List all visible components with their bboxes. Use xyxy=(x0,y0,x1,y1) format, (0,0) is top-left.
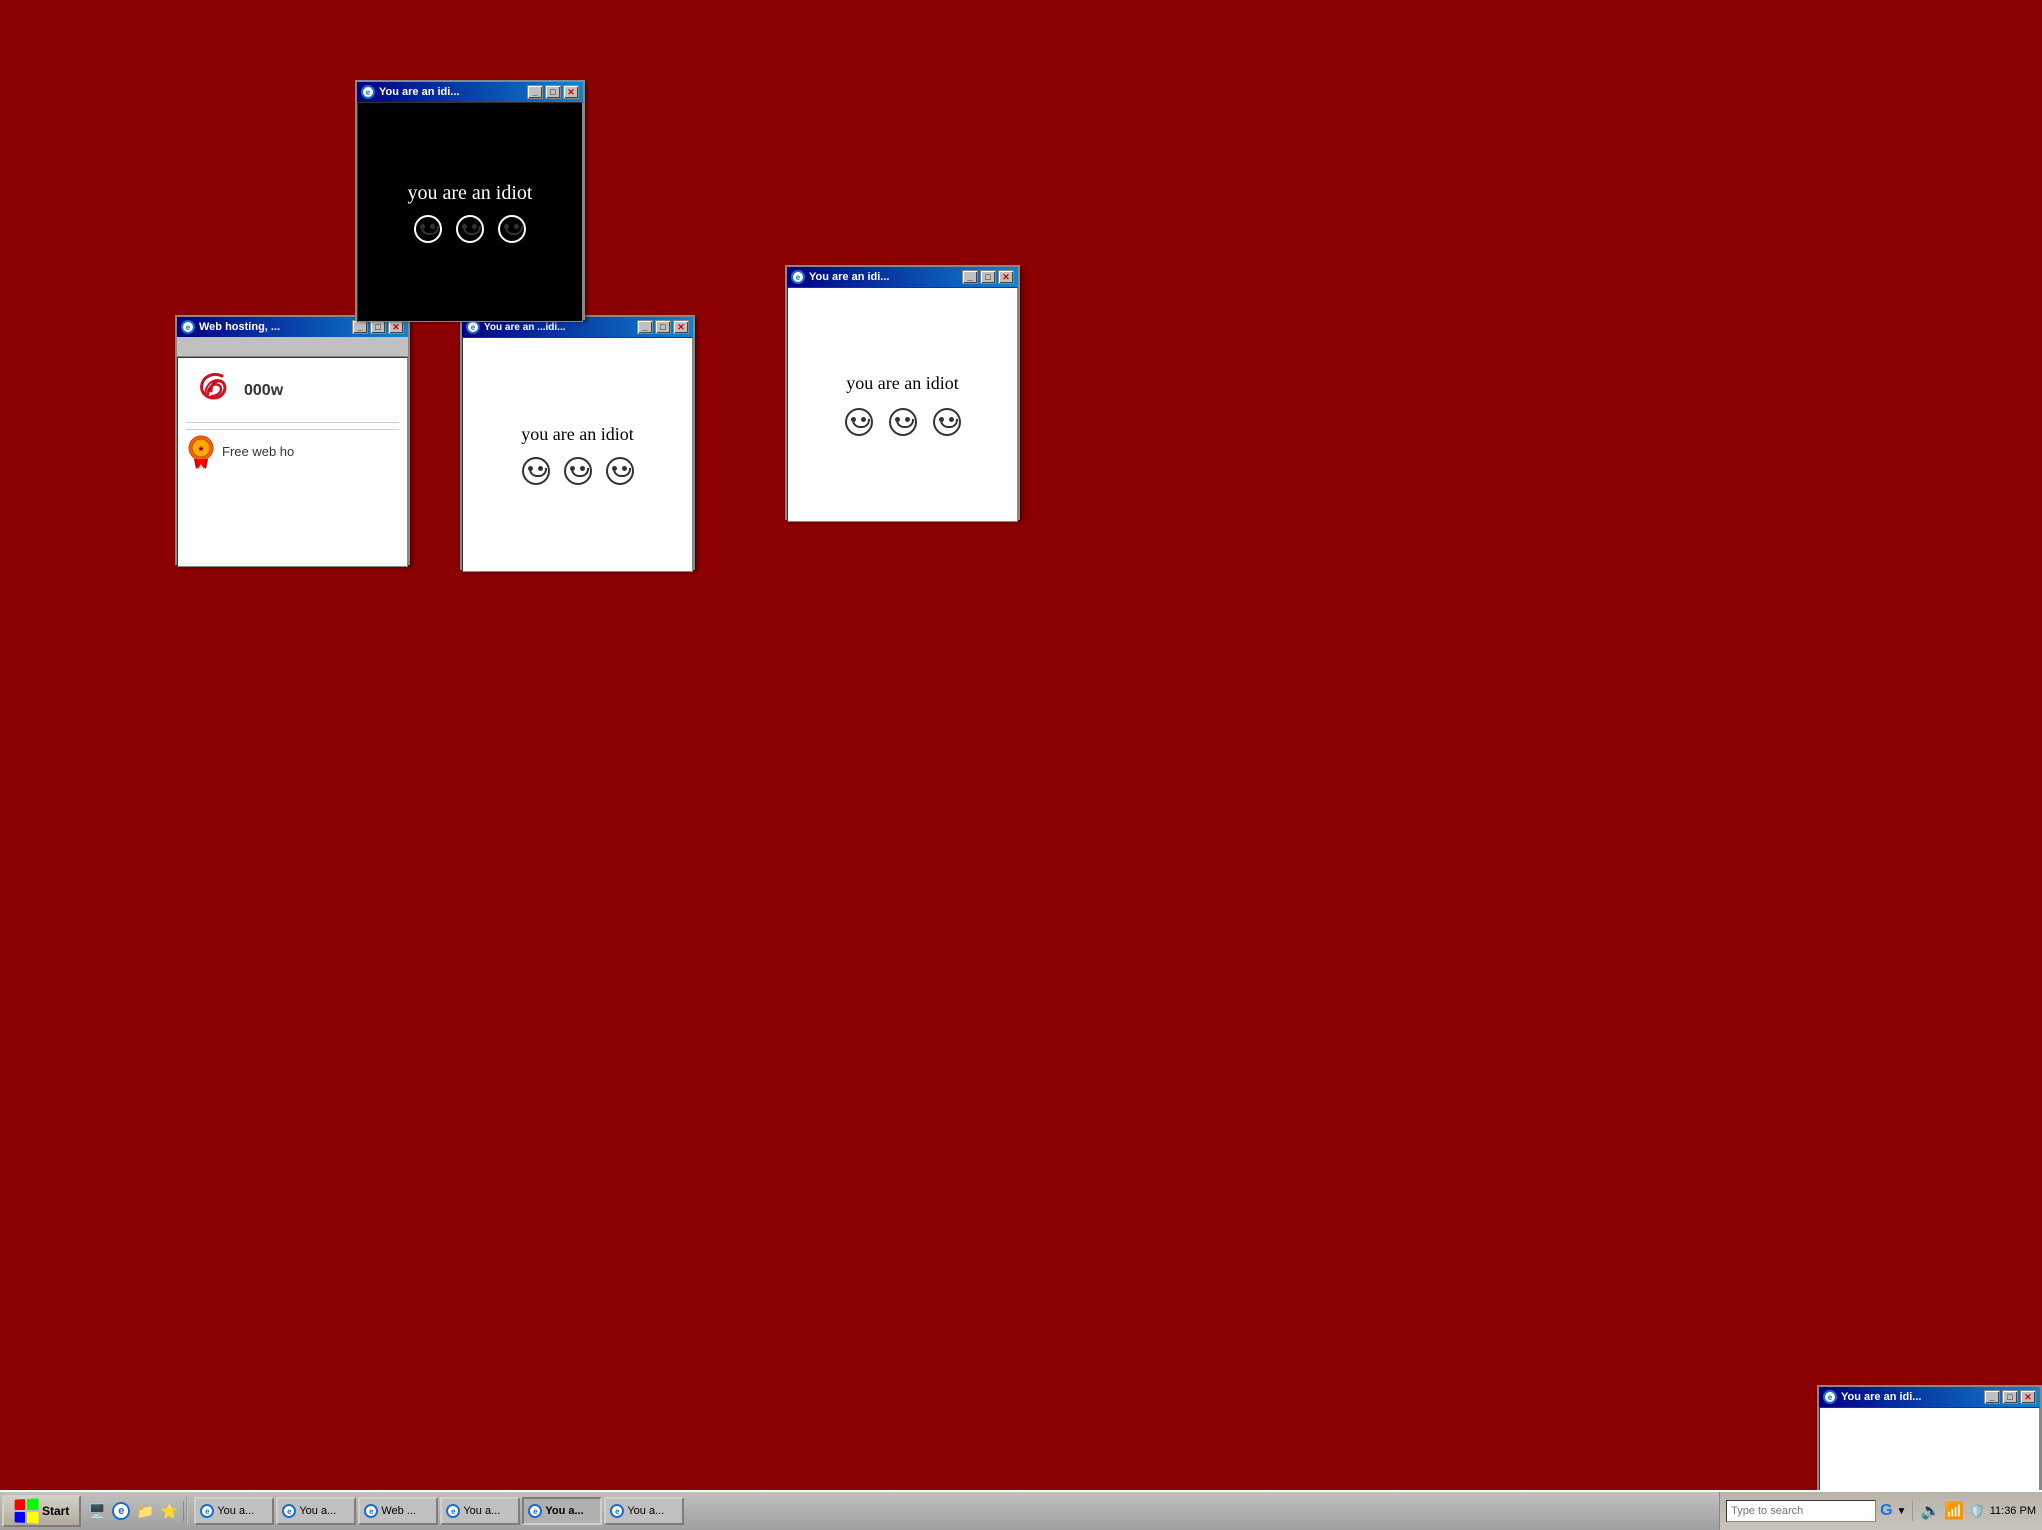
ie-icon-mini: e xyxy=(1823,1390,1837,1404)
smiley-1: .smiley-dark::before { background: #fff;… xyxy=(414,215,442,243)
svg-text:★: ★ xyxy=(198,445,205,453)
taskbar-item-label-0: You a... xyxy=(217,1505,254,1517)
tray-dropdown-icon[interactable]: ▼ xyxy=(1897,1506,1907,1517)
taskbar-item-5[interactable]: e You a... xyxy=(604,1497,684,1525)
smiley-mid-1 xyxy=(522,457,550,485)
main-dark-window-title: You are an idi... xyxy=(379,86,459,98)
min-btn-mini[interactable]: _ xyxy=(1984,1390,2000,1404)
idiot-text-dark: you are an idiot xyxy=(408,182,533,205)
taskbar-item-2[interactable]: e Web ... xyxy=(358,1497,438,1525)
tb-ie-icon-5: e xyxy=(610,1504,624,1518)
idiot-text-mid: you are an idiot xyxy=(521,424,633,445)
idiot-text-right: you are an idiot xyxy=(846,373,958,394)
close-btn-mid[interactable]: ✕ xyxy=(673,320,689,334)
webhosting-title: Web hosting, ... xyxy=(199,321,280,333)
smileys-mid xyxy=(522,457,634,485)
tb-ie-icon-3: e xyxy=(446,1504,460,1518)
logo-text: 000w xyxy=(244,382,283,400)
taskbar-item-3[interactable]: e You a... xyxy=(440,1497,520,1525)
taskbar-item-label-1: You a... xyxy=(299,1505,336,1517)
close-btn-web[interactable]: ✕ xyxy=(388,320,404,334)
maximize-button[interactable]: □ xyxy=(545,85,561,99)
right-idiot-window: e You are an idi... _ □ ✕ you are an idi… xyxy=(785,265,1020,520)
network-icon[interactable]: 📶 xyxy=(1944,1501,1964,1521)
start-label: Start xyxy=(42,1504,69,1518)
system-clock: 11:36 PM xyxy=(1990,1505,2036,1517)
quicklaunch-bar: 🖥️ e 📁 ⭐ xyxy=(83,1501,184,1521)
max-btn-right[interactable]: □ xyxy=(980,270,996,284)
taskbar-divider xyxy=(186,1497,188,1525)
smiley-mid-3 xyxy=(606,457,634,485)
search-input[interactable] xyxy=(1726,1500,1876,1522)
taskbar-items: e You a... e You a... e Web ... e You a.… xyxy=(190,1497,1719,1525)
webhosting-window: e Web hosting, ... _ □ ✕ 000w xyxy=(175,315,410,565)
windows-logo xyxy=(15,1498,39,1523)
ie-icon-right: e xyxy=(791,270,805,284)
taskbar-item-label-5: You a... xyxy=(627,1505,664,1517)
middle-title: You are an ...idi... xyxy=(484,322,566,333)
smiley-mid-2 xyxy=(564,457,592,485)
tb-ie-icon-4: e xyxy=(528,1504,542,1518)
smiley-right-2 xyxy=(889,408,917,436)
google-icon[interactable]: G xyxy=(1880,1502,1892,1520)
right-titlebar[interactable]: e You are an idi... _ □ ✕ xyxy=(787,267,1018,287)
middle-idiot-window: e You are an ...idi... _ □ ✕ you are an … xyxy=(460,315,695,570)
taskbar-item-label-4: You a... xyxy=(545,1505,583,1517)
smiley-right-1 xyxy=(845,408,873,436)
tb-ie-icon-0: e xyxy=(200,1504,214,1518)
taskbar-item-1[interactable]: e You a... xyxy=(276,1497,356,1525)
ie-quicklaunch-icon[interactable]: e xyxy=(111,1501,131,1521)
ie-icon-web: e xyxy=(181,320,195,334)
spiral-logo xyxy=(186,366,236,416)
main-dark-window-titlebar[interactable]: e You are an idi... _ □ ✕ xyxy=(357,82,583,102)
max-btn-web[interactable]: □ xyxy=(370,320,386,334)
main-dark-window: e You are an idi... _ □ ✕ you are an idi… xyxy=(355,80,585,320)
close-btn-right[interactable]: ✕ xyxy=(998,270,1014,284)
max-btn-mid[interactable]: □ xyxy=(655,320,671,334)
smileys-right xyxy=(845,408,961,436)
close-button[interactable]: ✕ xyxy=(563,85,579,99)
mini-titlebar[interactable]: e You are an idi... _ □ ✕ xyxy=(1819,1387,2040,1407)
start-button[interactable]: Start xyxy=(2,1495,81,1527)
ie-icon-mid: e xyxy=(466,320,480,334)
minimize-button[interactable]: _ xyxy=(527,85,543,99)
smileys-dark: .smiley-dark::before { background: #fff;… xyxy=(414,215,526,243)
ie-icon: e xyxy=(361,85,375,99)
smiley-3 xyxy=(498,215,526,243)
max-btn-mini[interactable]: □ xyxy=(2002,1390,2018,1404)
tb-ie-icon-2: e xyxy=(364,1504,378,1518)
close-btn-mini[interactable]: ✕ xyxy=(2020,1390,2036,1404)
speaker-icon[interactable]: 🔊 xyxy=(1920,1501,1940,1521)
taskbar: Start 🖥️ e 📁 ⭐ e You a... e You a... e xyxy=(0,1490,2042,1530)
taskbar-item-label-2: Web ... xyxy=(381,1505,416,1517)
min-btn-mid[interactable]: _ xyxy=(637,320,653,334)
antivirus-icon[interactable]: 🛡️ xyxy=(1968,1503,1985,1520)
tray-divider xyxy=(1912,1501,1914,1521)
smiley-2 xyxy=(456,215,484,243)
tb-ie-icon-1: e xyxy=(282,1504,296,1518)
taskbar-item-label-3: You a... xyxy=(463,1505,500,1517)
desktop: e You are an idi... _ □ ✕ you are an idi… xyxy=(0,0,2042,1530)
min-btn-right[interactable]: _ xyxy=(962,270,978,284)
smiley-right-3 xyxy=(933,408,961,436)
award-icon: ★ xyxy=(186,434,216,469)
min-btn-web[interactable]: _ xyxy=(352,320,368,334)
system-tray: G ▼ 🔊 📶 🛡️ 11:36 PM xyxy=(1719,1492,2042,1530)
taskbar-item-4[interactable]: e You a... xyxy=(522,1497,602,1525)
free-web-text: Free web ho xyxy=(222,444,294,459)
mini-window: e You are an idi... _ □ ✕ xyxy=(1817,1385,2042,1490)
right-title: You are an idi... xyxy=(809,271,889,283)
mini-title: You are an idi... xyxy=(1841,1391,1921,1403)
taskbar-item-0[interactable]: e You a... xyxy=(194,1497,274,1525)
star-quicklaunch-icon[interactable]: ⭐ xyxy=(159,1501,179,1521)
show-desktop-icon[interactable]: 🖥️ xyxy=(87,1501,107,1521)
folder-quicklaunch-icon[interactable]: 📁 xyxy=(135,1501,155,1521)
